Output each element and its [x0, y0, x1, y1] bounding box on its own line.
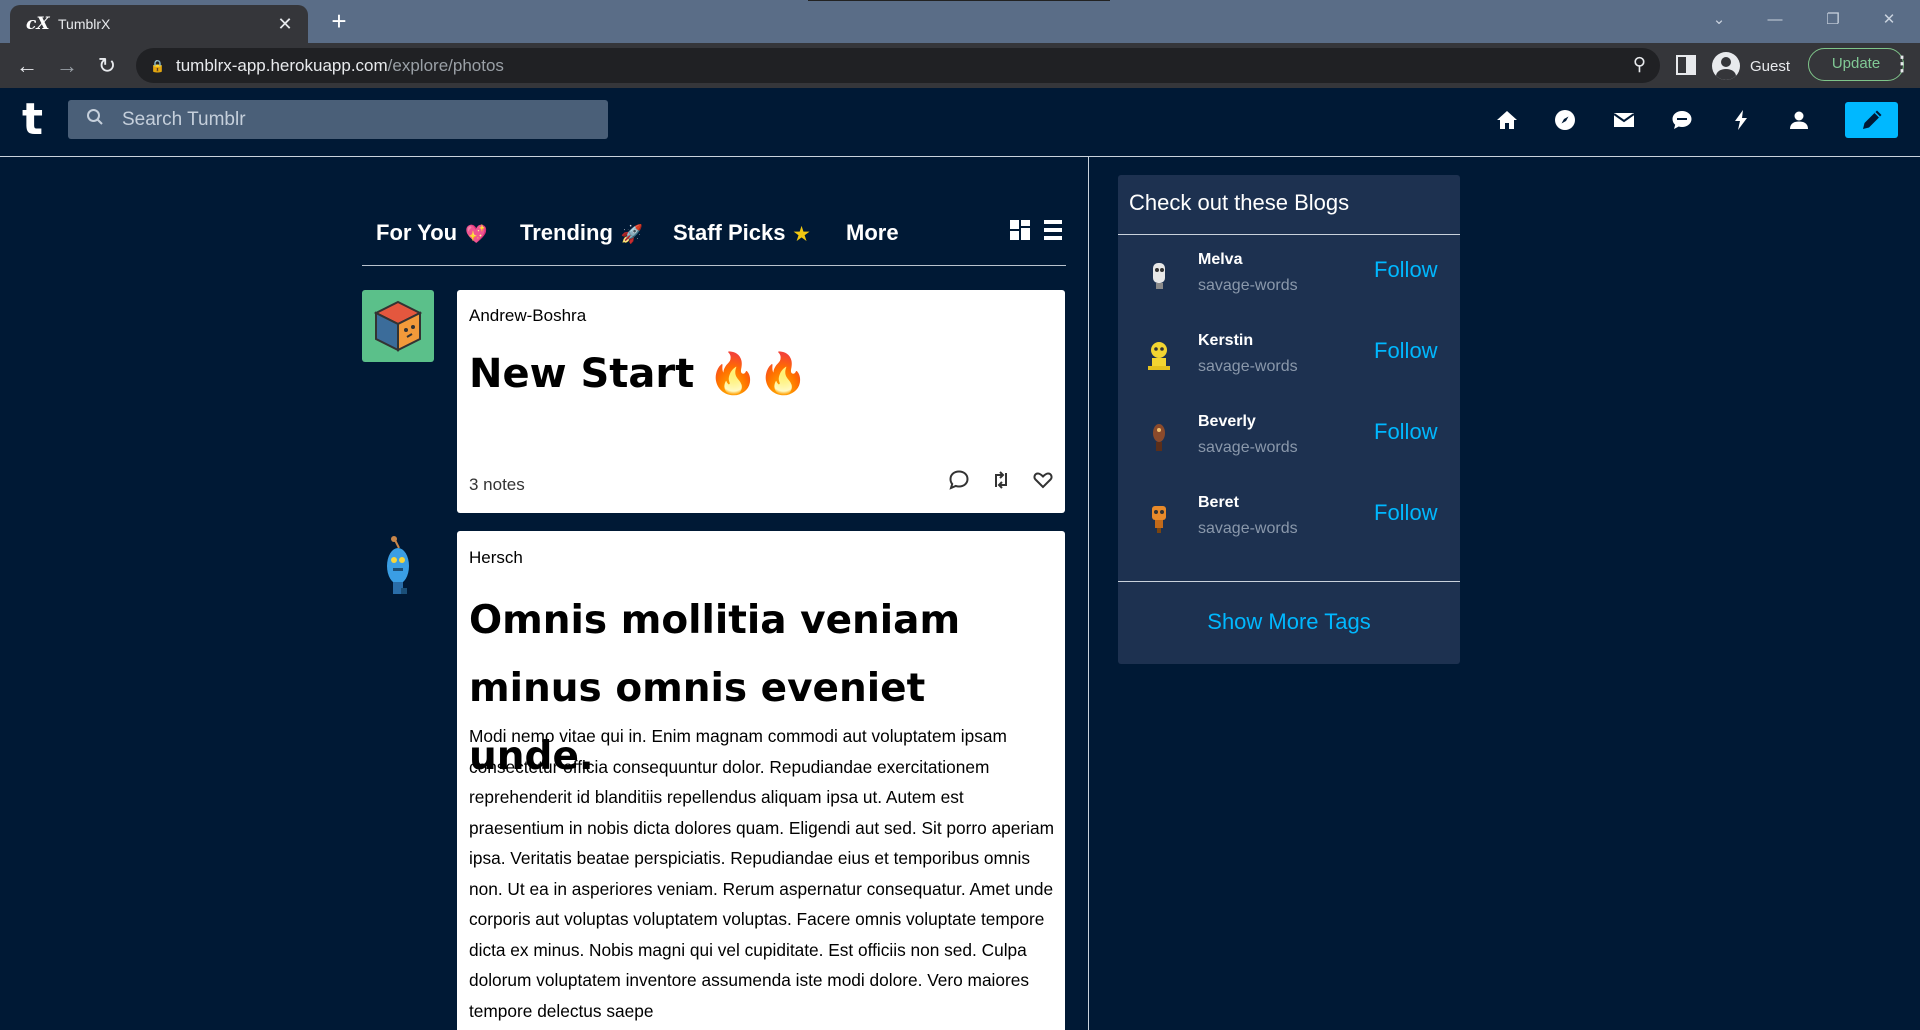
divider [1118, 234, 1460, 235]
side-panel-icon[interactable] [1676, 55, 1696, 75]
profile-avatar-icon [1712, 52, 1740, 80]
star-icon: ★ [793, 224, 810, 244]
blog-name: Kerstin [1198, 332, 1254, 349]
reblog-icon[interactable] [989, 469, 1013, 493]
tab-staff-picks[interactable]: Staff Picks ★ [673, 220, 810, 246]
post-card: Andrew-Boshra New Start 🔥🔥 3 notes [457, 290, 1065, 513]
search-icon [86, 108, 114, 131]
tabstrip-edge [808, 0, 1110, 1]
post-actions [947, 469, 1055, 493]
post-avatar[interactable] [362, 532, 434, 604]
post-card: Hersch Omnis mollitia veniam minus omnis… [457, 531, 1065, 1030]
rocket-icon: 🚀 [620, 224, 644, 244]
compose-pencil-icon[interactable] [1845, 102, 1898, 138]
feed-tabs: For You 💖 Trending 🚀 Staff Picks ★ More [362, 214, 1066, 266]
follow-button[interactable]: Follow [1374, 338, 1438, 364]
address-bar: ← → ↻ 🔒 tumblrx-app.herokuapp.com/explor… [0, 43, 1920, 88]
blog-name: Beverly [1198, 413, 1256, 430]
blog-subtitle: savage-words [1198, 439, 1298, 456]
robot-white-avatar-icon [1153, 263, 1165, 289]
chat-icon[interactable] [1667, 108, 1697, 138]
tab-more[interactable]: More [846, 220, 899, 246]
url-omnibox[interactable]: 🔒 tumblrx-app.herokuapp.com/explore/phot… [136, 48, 1660, 83]
post-body: Modi nemo vitae qui in. Enim magnam comm… [469, 726, 1055, 1021]
browser-tab[interactable]: cX TumblrX ✕ [10, 5, 308, 43]
cube-avatar-icon [373, 300, 423, 352]
url-path: /explore/photos [387, 55, 504, 75]
browser-tabstrip: cX TumblrX ✕ + ⌄ — ❐ ✕ [0, 0, 1920, 43]
blog-item[interactable]: Melva savage-words Follow [1118, 243, 1460, 323]
post-author[interactable]: Andrew-Boshra [469, 306, 586, 326]
show-more-tags-button[interactable]: Show More Tags [1118, 609, 1460, 635]
home-icon[interactable] [1492, 108, 1522, 138]
search-bar[interactable] [68, 100, 608, 139]
blog-subtitle: savage-words [1198, 520, 1298, 537]
app-header: t [0, 88, 1920, 157]
lightning-icon[interactable] [1726, 108, 1756, 138]
restore-icon[interactable]: ❐ [1810, 0, 1856, 40]
tumblr-logo[interactable]: t [22, 98, 43, 142]
back-arrow-icon[interactable]: ← [12, 51, 42, 81]
card-title: Check out these Blogs [1129, 190, 1350, 215]
blog-item[interactable]: Beret savage-words Follow [1118, 486, 1460, 566]
profile-name: Guest [1750, 57, 1791, 75]
robot-avatar-icon [387, 536, 409, 594]
robot-yellow-avatar-icon [1148, 342, 1170, 370]
minimize-icon[interactable]: — [1752, 0, 1798, 40]
zoom-magnifier-icon[interactable]: ⚲ [1633, 54, 1646, 75]
blog-item[interactable]: Kerstin savage-words Follow [1118, 324, 1460, 404]
window-close-icon[interactable]: ✕ [1866, 0, 1912, 40]
heart-like-icon[interactable] [1031, 469, 1055, 493]
tumblrx-favicon-icon: cX [26, 14, 50, 34]
update-button[interactable]: Update [1808, 48, 1904, 81]
tab-label: Trending [520, 220, 613, 245]
follow-button[interactable]: Follow [1374, 500, 1438, 526]
heart-icon: 💖 [465, 224, 488, 244]
tab-for-you[interactable]: For You 💖 [376, 220, 488, 246]
reload-icon[interactable]: ↻ [92, 51, 122, 81]
mail-icon[interactable] [1609, 108, 1639, 138]
blog-subtitle: savage-words [1198, 358, 1298, 375]
tab-trending[interactable]: Trending 🚀 [520, 220, 643, 246]
robot-orange-avatar-icon [1152, 506, 1166, 533]
forward-arrow-icon[interactable]: → [52, 51, 82, 81]
post-notes[interactable]: 3 notes [469, 475, 525, 495]
follow-button[interactable]: Follow [1374, 257, 1438, 283]
blog-item[interactable]: Beverly savage-words Follow [1118, 405, 1460, 485]
robot-brown-avatar-icon [1153, 424, 1165, 451]
search-input[interactable] [122, 108, 602, 131]
new-tab-button[interactable]: + [324, 6, 354, 36]
post-author[interactable]: Hersch [469, 548, 523, 568]
list-view-icon[interactable] [1044, 220, 1062, 240]
tab-close-icon[interactable]: ✕ [276, 14, 294, 35]
comment-icon[interactable] [947, 469, 971, 493]
profile-button[interactable]: Guest [1712, 52, 1790, 80]
blog-subtitle: savage-words [1198, 277, 1298, 294]
blog-name: Beret [1198, 494, 1239, 511]
grid-view-icon[interactable] [1010, 220, 1030, 240]
url-host: tumblrx-app.herokuapp.com [176, 55, 388, 75]
lock-icon: 🔒 [150, 58, 165, 73]
post-avatar[interactable] [362, 290, 434, 362]
more-menu-icon[interactable]: ⋮ [1892, 51, 1912, 76]
tab-label: Staff Picks [673, 220, 786, 245]
divider [1118, 581, 1460, 582]
blog-name: Melva [1198, 251, 1243, 268]
tab-label: For You [376, 220, 458, 245]
post-title: New Start 🔥🔥 [469, 351, 808, 397]
tab-search-chevron-icon[interactable]: ⌄ [1696, 0, 1742, 40]
column-divider [1088, 157, 1089, 1030]
tab-label: More [846, 220, 899, 245]
explore-icon[interactable] [1550, 108, 1580, 138]
tab-title: TumblrX [58, 16, 111, 32]
follow-button[interactable]: Follow [1374, 419, 1438, 445]
account-icon[interactable] [1784, 108, 1814, 138]
recommended-blogs-card: Check out these Blogs Melva savage-words… [1118, 175, 1460, 664]
